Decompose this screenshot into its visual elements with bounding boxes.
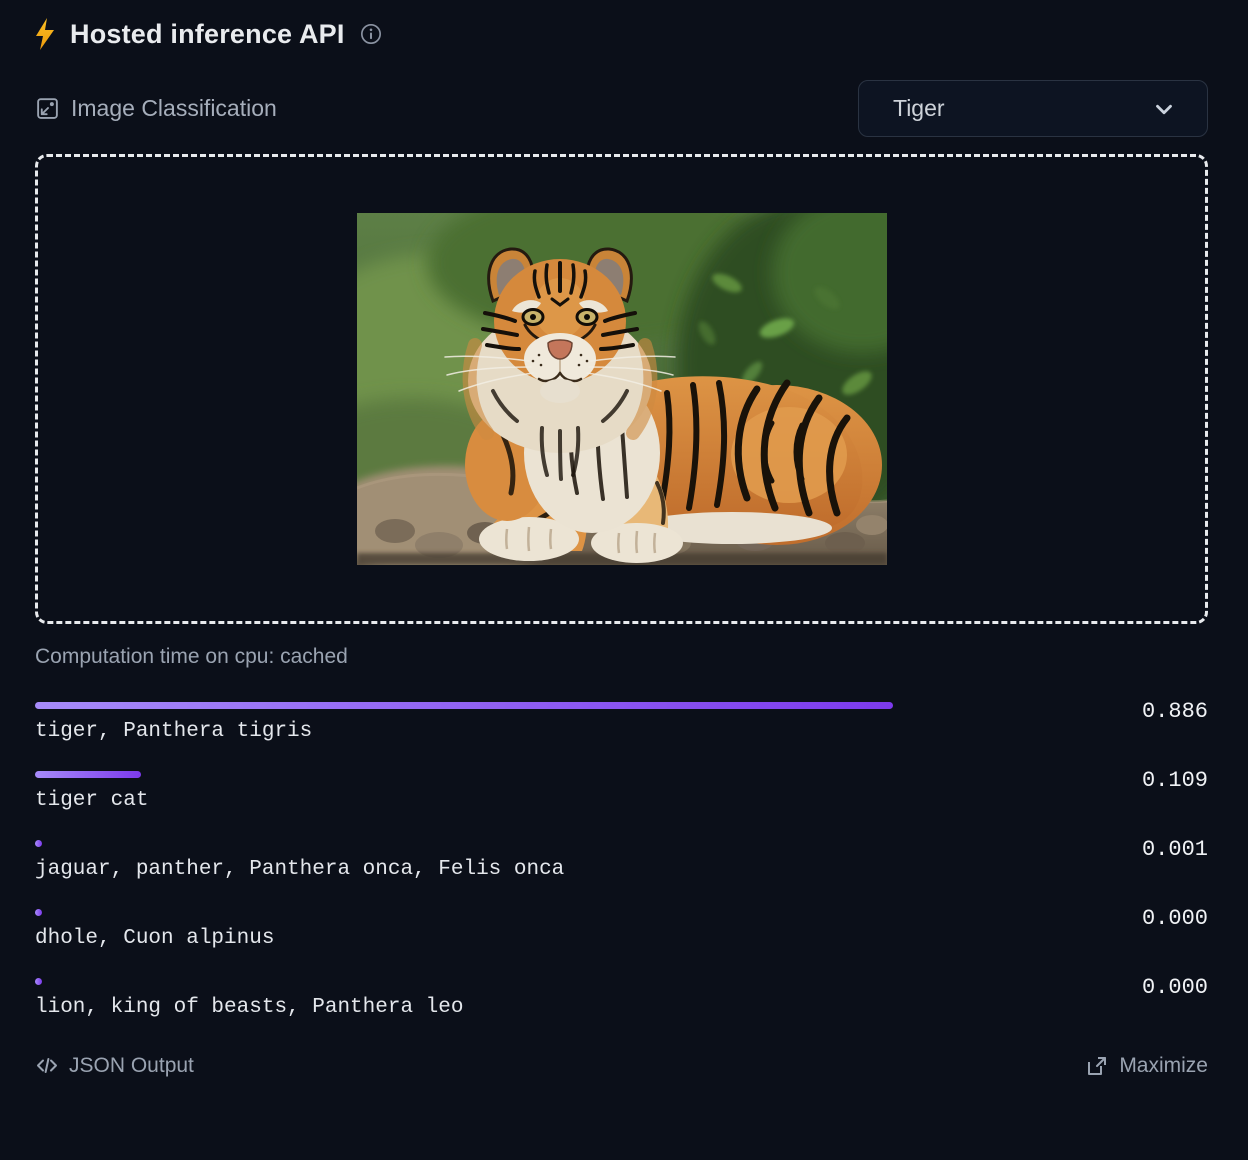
class-label: tiger, Panthera tigris bbox=[35, 720, 1003, 743]
score-value: 0.000 bbox=[1078, 906, 1208, 931]
info-icon[interactable] bbox=[360, 23, 382, 45]
class-label: jaguar, panther, Panthera onca, Felis on… bbox=[35, 858, 1003, 881]
code-icon bbox=[35, 1054, 59, 1078]
result-bar-and-label: tiger, Panthera tigris bbox=[35, 702, 1078, 743]
score-value: 0.886 bbox=[1078, 699, 1208, 724]
result-bar-and-label: dhole, Cuon alpinus bbox=[35, 909, 1078, 950]
result-row: jaguar, panther, Panthera onca, Felis on… bbox=[35, 840, 1208, 881]
lightning-bolt-icon bbox=[35, 18, 57, 50]
result-row: lion, king of beasts, Panthera leo 0.000 bbox=[35, 978, 1208, 1019]
task-type: Image Classification bbox=[35, 95, 277, 122]
inference-widget: Hosted inference API Image Classificatio… bbox=[0, 0, 1248, 1078]
input-image-preview bbox=[357, 213, 887, 565]
result-bar-and-label: jaguar, panther, Panthera onca, Felis on… bbox=[35, 840, 1078, 881]
maximize-label: Maximize bbox=[1119, 1054, 1208, 1078]
example-select-value: Tiger bbox=[893, 95, 945, 122]
result-bar-and-label: tiger cat bbox=[35, 771, 1078, 812]
results-list: tiger, Panthera tigris 0.886 tiger cat 0… bbox=[35, 702, 1208, 1019]
class-label: lion, king of beasts, Panthera leo bbox=[35, 996, 1003, 1019]
maximize-button[interactable]: Maximize bbox=[1085, 1054, 1208, 1078]
json-output-label: JSON Output bbox=[69, 1054, 194, 1078]
score-value: 0.001 bbox=[1078, 837, 1208, 862]
class-label: dhole, Cuon alpinus bbox=[35, 927, 1003, 950]
computation-time: Computation time on cpu: cached bbox=[35, 645, 1208, 669]
result-row: tiger, Panthera tigris 0.886 bbox=[35, 702, 1208, 743]
task-row: Image Classification Tiger bbox=[35, 80, 1208, 137]
widget-footer: JSON Output Maximize bbox=[35, 1054, 1208, 1078]
chevron-down-icon bbox=[1151, 96, 1177, 122]
score-value: 0.000 bbox=[1078, 975, 1208, 1000]
task-label: Image Classification bbox=[71, 95, 277, 122]
score-bar bbox=[35, 771, 141, 778]
result-row: dhole, Cuon alpinus 0.000 bbox=[35, 909, 1208, 950]
image-dropzone[interactable] bbox=[35, 154, 1208, 624]
score-value: 0.109 bbox=[1078, 768, 1208, 793]
result-row: tiger cat 0.109 bbox=[35, 771, 1208, 812]
json-output-button[interactable]: JSON Output bbox=[35, 1054, 194, 1078]
result-bar-and-label: lion, king of beasts, Panthera leo bbox=[35, 978, 1078, 1019]
score-bar bbox=[35, 909, 42, 916]
example-select[interactable]: Tiger bbox=[858, 80, 1208, 137]
widget-header: Hosted inference API bbox=[35, 18, 1208, 50]
score-bar bbox=[35, 978, 42, 985]
maximize-icon bbox=[1085, 1054, 1109, 1078]
class-label: tiger cat bbox=[35, 789, 1003, 812]
score-bar bbox=[35, 702, 893, 709]
score-bar bbox=[35, 840, 42, 847]
image-classification-icon bbox=[35, 96, 60, 121]
page-title: Hosted inference API bbox=[70, 19, 345, 50]
